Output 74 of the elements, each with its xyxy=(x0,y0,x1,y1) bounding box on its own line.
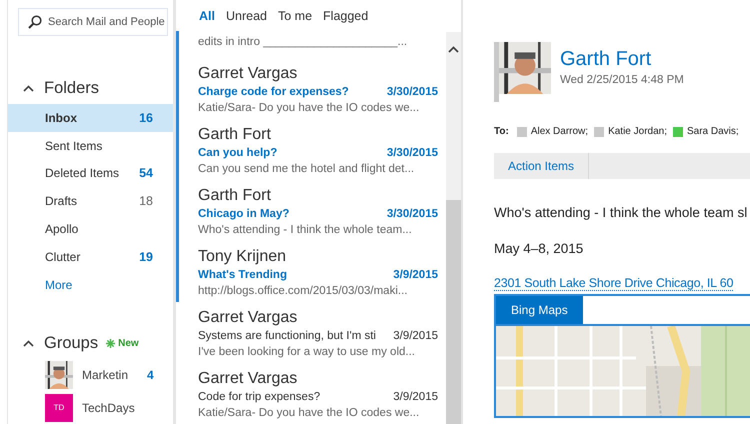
message-date: 3/9/2015 xyxy=(393,329,438,344)
filter-tab[interactable]: To me xyxy=(278,8,312,23)
scroll-thumb[interactable] xyxy=(446,200,461,424)
search-field[interactable]: Search Mail and People xyxy=(18,8,168,36)
group-name: TechDays xyxy=(82,400,135,415)
group-item[interactable]: Marketin 4 xyxy=(8,358,173,392)
new-label: New xyxy=(118,338,139,350)
message-subject: Charge code for expenses? xyxy=(198,85,349,100)
sender-name: Garth Fort xyxy=(198,186,272,206)
folder-item[interactable]: Deleted Items 54 xyxy=(8,159,173,188)
unread-count: 19 xyxy=(139,250,153,264)
sparkle-icon xyxy=(106,339,116,348)
message-preview: Katie/Sara- Do you have the IO codes we... xyxy=(198,406,420,421)
filter-tab[interactable]: Unread xyxy=(226,8,267,23)
sender-name[interactable]: Garth Fort xyxy=(560,48,684,71)
collapse-caret-icon[interactable] xyxy=(23,340,34,348)
folder-item[interactable]: Sent Items xyxy=(8,132,173,160)
message-subject: Code for trip expenses? xyxy=(198,390,320,405)
body-text: Who's attending - I think the whole team sl xyxy=(494,204,748,221)
message-date: 3/30/2015 xyxy=(386,85,438,100)
sender-name: Garth Fort xyxy=(198,125,272,145)
filter-tab[interactable]: All xyxy=(199,8,215,23)
message-subject: Systems are functioning, but I'm sti xyxy=(198,329,376,344)
folder-item[interactable]: Drafts 18 xyxy=(8,187,173,216)
section-title: Groups xyxy=(44,334,98,354)
unread-count: 54 xyxy=(139,166,153,180)
message-preview: Can you send me the hotel and flight det... xyxy=(198,162,416,177)
recipient-name[interactable]: Alex Darrow; xyxy=(530,126,588,137)
map-tab[interactable]: Bing Maps xyxy=(496,296,583,324)
message-item[interactable]: Garret Vargas Systems are functioning, but I'm sti 3/9/2015 I've been looking for a way to use my old... xyxy=(176,302,446,363)
message-preview: http://blogs.office.com/2015/03/03/maki... xyxy=(198,284,408,299)
section-title: Folders xyxy=(44,79,100,98)
recipient-name[interactable]: Katie Jordan; xyxy=(608,126,667,137)
folder-item[interactable]: Inbox 16 xyxy=(8,104,173,132)
message-date: 3/30/2015 xyxy=(386,146,438,161)
folder-name: Drafts xyxy=(45,194,78,208)
sent-date: Wed 2/25/2015 4:48 PM xyxy=(560,74,684,86)
folder-name: Apollo xyxy=(45,222,80,236)
group-avatar: TD xyxy=(45,394,73,422)
folder-name: Deleted Items xyxy=(45,166,120,180)
message-preview: I've been looking for a way to use my old... xyxy=(198,345,416,360)
sender-name: Garret Vargas xyxy=(198,308,298,328)
message-preview: Katie/Sara- Do you have the IO codes we... xyxy=(198,101,420,116)
folder-name: Clutter xyxy=(45,250,82,264)
message-subject: What's Trending xyxy=(198,268,287,283)
folder-name: Sent Items xyxy=(45,138,104,153)
message-subject: Chicago in May? xyxy=(198,207,290,222)
unread-count: 4 xyxy=(147,368,154,382)
message-date: 3/9/2015 xyxy=(393,268,438,283)
address-link[interactable]: 2301 South Lake Shore Drive Chicago, IL 60 xyxy=(494,276,734,291)
message-preview: Who's attending - I think the whole team... xyxy=(198,223,413,238)
group-item[interactable]: TD TechDays xyxy=(8,391,173,424)
message-date: 3/9/2015 xyxy=(393,390,438,405)
recipient-name[interactable]: Sara Davis; xyxy=(687,126,739,137)
filter-tab[interactable]: Flagged xyxy=(323,8,368,23)
scrollbar[interactable] xyxy=(446,32,461,424)
group-name: Marketin xyxy=(82,368,130,382)
message-subject: Can you help? xyxy=(198,146,278,161)
to-label: To: xyxy=(494,126,509,137)
unread-count: 18 xyxy=(139,194,153,208)
body-text: May 4–8, 2015 xyxy=(494,240,584,257)
sender-name: Garret Vargas xyxy=(198,369,298,389)
scroll-up-icon[interactable] xyxy=(448,46,459,53)
folder-item[interactable]: Clutter 19 xyxy=(8,242,173,271)
unread-count: 16 xyxy=(139,110,153,125)
message-item[interactable]: Garret Vargas Code for trip expenses? 3/9/2015 Katie/Sara- Do you have the IO codes we... xyxy=(176,363,446,424)
message-preview: edits in intro _____________________... xyxy=(198,35,408,50)
sender-name: Garret Vargas xyxy=(198,64,298,84)
message-date: 3/30/2015 xyxy=(386,207,438,222)
sender-name: Tony Krijnen xyxy=(198,247,288,267)
folder-item[interactable]: Apollo xyxy=(8,215,173,243)
more-link[interactable]: More xyxy=(45,278,72,292)
collapse-caret-icon[interactable] xyxy=(23,85,34,92)
folder-name: Inbox xyxy=(45,110,78,125)
